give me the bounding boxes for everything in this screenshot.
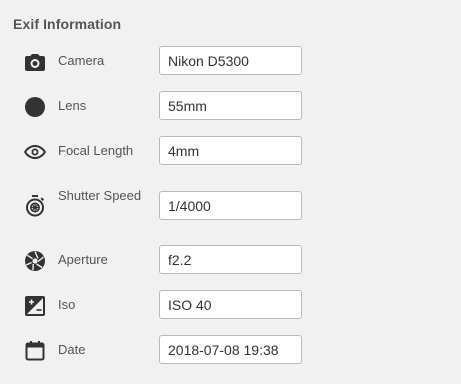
calendar-icon [23, 339, 47, 363]
shutter-speed-field[interactable] [159, 191, 302, 220]
date-field[interactable] [159, 335, 302, 364]
iso-field[interactable] [159, 290, 302, 319]
aperture-field[interactable] [159, 245, 302, 274]
date-label: Date [58, 342, 86, 357]
camera-field[interactable] [159, 46, 302, 75]
shutter-speed-label: Shutter Speed [58, 188, 142, 203]
exposure-icon [23, 294, 47, 318]
focal-length-field[interactable] [159, 136, 302, 165]
lens-label: Lens [58, 98, 87, 113]
aperture-icon [23, 249, 47, 273]
iso-label: Iso [58, 297, 76, 312]
timer-icon [23, 194, 47, 218]
focal-length-label: Focal Length [58, 143, 134, 158]
eye-icon [23, 140, 47, 164]
lens-icon [23, 95, 47, 119]
lens-field[interactable] [159, 91, 302, 120]
camera-label: Camera [58, 53, 105, 68]
camera-icon [23, 51, 47, 75]
exif-panel: Exif Information Camera Lens Focal Lengt… [0, 0, 461, 384]
aperture-label: Aperture [58, 252, 108, 267]
section-title: Exif Information [13, 16, 122, 32]
